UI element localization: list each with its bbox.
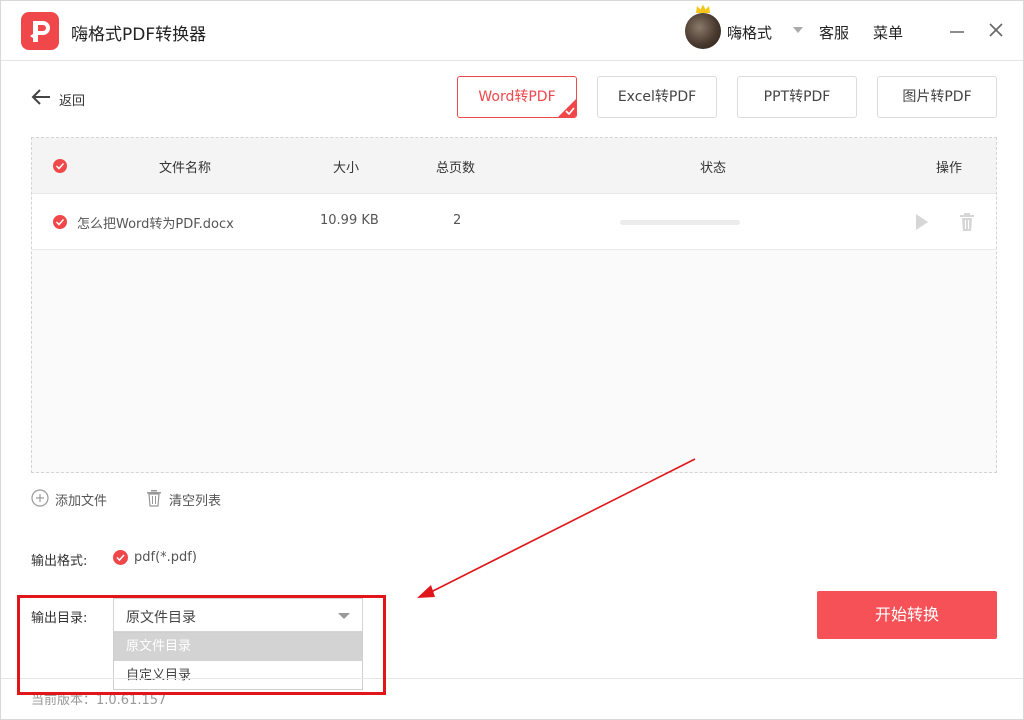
- add-file-label: 添加文件: [55, 494, 108, 509]
- app-window: 嗨格式PDF转换器 嗨格式 客服 菜单 返回 Word转PDF Excel转PD…: [0, 0, 1024, 720]
- output-format-label: 输出格式:: [31, 554, 88, 569]
- tab-label: Word转PDF: [478, 89, 556, 105]
- chevron-down-icon[interactable]: [793, 26, 803, 34]
- file-size: 10.99 KB: [320, 213, 379, 228]
- avatar[interactable]: [685, 13, 721, 49]
- minimize-icon[interactable]: [949, 23, 965, 39]
- trash-icon: [147, 490, 161, 507]
- tab-word-to-pdf[interactable]: Word转PDF: [457, 76, 577, 118]
- tab-label: 图片转PDF: [902, 89, 972, 105]
- app-title: 嗨格式PDF转换器: [71, 25, 207, 45]
- checkmark-icon: [565, 107, 575, 115]
- tab-label: Excel转PDF: [617, 89, 697, 105]
- annotation-highlight-box: [17, 595, 386, 695]
- arrow-left-icon: [31, 89, 50, 105]
- table-header: 文件名称 大小 总页数 状态 操作: [32, 138, 996, 194]
- row-checkbox[interactable]: [53, 215, 67, 229]
- file-name: 怎么把Word转为PDF.docx: [77, 217, 234, 232]
- table-row[interactable]: 怎么把Word转为PDF.docx 10.99 KB 2: [32, 194, 996, 250]
- clear-list-label: 清空列表: [169, 494, 222, 509]
- title-bar: 嗨格式PDF转换器 嗨格式 客服 菜单: [1, 1, 1023, 61]
- tab-excel-to-pdf[interactable]: Excel转PDF: [597, 76, 717, 118]
- trash-icon[interactable]: [959, 212, 975, 232]
- file-list: 文件名称 大小 总页数 状态 操作 怎么把Word转为PDF.docx 10.9…: [31, 137, 997, 473]
- play-icon[interactable]: [914, 212, 930, 232]
- conversion-progress-bar: [620, 220, 740, 225]
- username[interactable]: 嗨格式: [727, 22, 772, 43]
- tab-image-to-pdf[interactable]: 图片转PDF: [877, 76, 997, 118]
- app-logo-icon: [21, 12, 59, 50]
- column-header-actions: 操作: [936, 161, 963, 176]
- column-header-status: 状态: [700, 161, 727, 176]
- column-header-name: 文件名称: [159, 161, 212, 176]
- close-icon[interactable]: [988, 22, 1004, 38]
- page-count: 2: [453, 213, 462, 228]
- output-format-value[interactable]: pdf(*.pdf): [134, 550, 197, 565]
- start-convert-button[interactable]: 开始转换: [817, 591, 997, 639]
- tab-ppt-to-pdf[interactable]: PPT转PDF: [737, 76, 857, 118]
- customer-service-link[interactable]: 客服: [819, 22, 849, 43]
- menu-link[interactable]: 菜单: [873, 22, 903, 43]
- tab-label: PPT转PDF: [763, 89, 831, 105]
- plus-circle-icon: [31, 489, 49, 507]
- format-radio-checked[interactable]: [113, 550, 128, 565]
- column-header-pages: 总页数: [436, 161, 476, 176]
- back-label: 返回: [59, 94, 86, 109]
- column-header-size: 大小: [333, 161, 360, 176]
- select-all-checkbox[interactable]: [53, 159, 67, 173]
